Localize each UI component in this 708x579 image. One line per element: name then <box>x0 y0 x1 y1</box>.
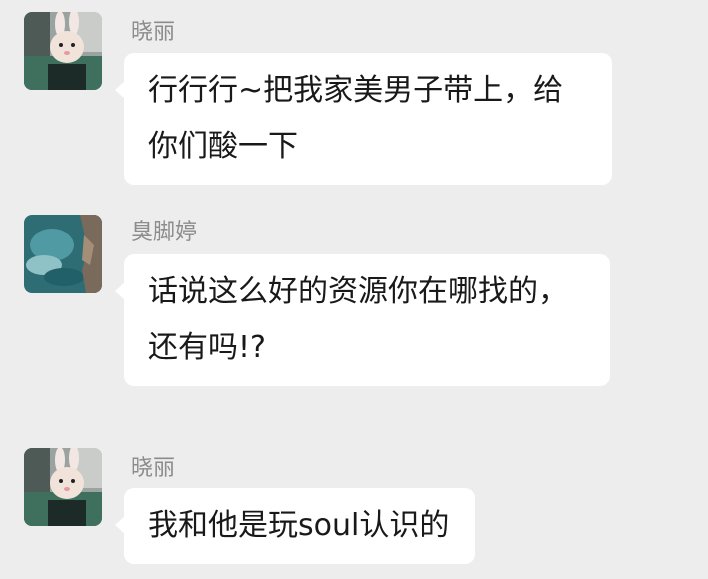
bunny-avatar-icon[interactable] <box>24 448 102 526</box>
sender-name: 晓丽 <box>131 456 176 481</box>
message-bubble[interactable]: 行行行~把我家美男子带上，给你们酸一下 <box>115 53 612 185</box>
message-row: 晓丽 我和他是玩soul认识的 <box>0 436 708 579</box>
message-bubble[interactable]: 我和他是玩soul认识的 <box>114 488 476 564</box>
bunny-avatar-icon[interactable] <box>24 12 102 90</box>
message-row: 臭脚婷 话说这么好的资源你在哪找的，还有吗!? <box>0 200 708 400</box>
sender-name: 晓丽 <box>131 20 176 45</box>
message-bubble[interactable]: 话说这么好的资源你在哪找的，还有吗!? <box>115 254 610 386</box>
sea-avatar-icon[interactable] <box>24 215 102 293</box>
message-row: 晓丽 行行行~把我家美男子带上，给你们酸一下 <box>0 0 708 200</box>
sender-name: 臭脚婷 <box>131 220 198 245</box>
